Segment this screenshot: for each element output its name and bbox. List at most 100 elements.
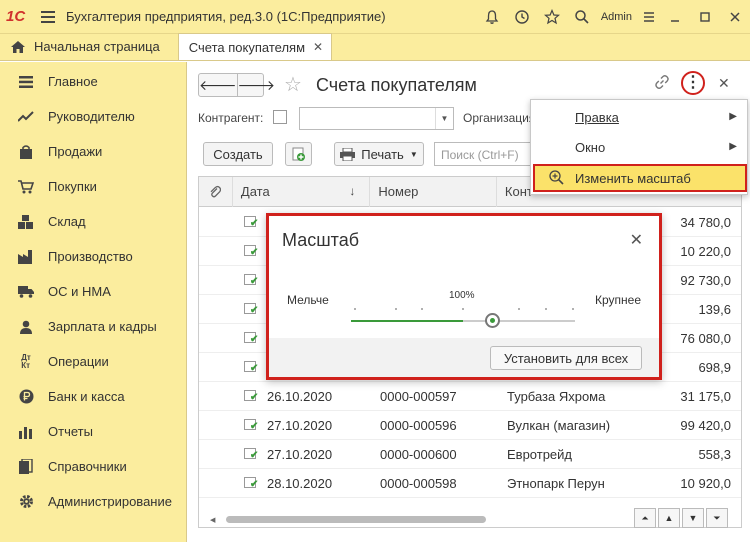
sidebar-item-label: Администрирование xyxy=(48,494,172,509)
invoice-document-icon: ✔ xyxy=(244,273,258,287)
submenu-arrow-icon: ▶ xyxy=(729,141,737,152)
cell-amount: 92 730,0 xyxy=(680,273,731,288)
sidebar-item-fixed-assets[interactable]: ОС и НМА xyxy=(0,274,186,309)
create-button[interactable]: Создать xyxy=(203,142,273,166)
tab-home-label: Начальная страница xyxy=(34,39,160,54)
counterparty-checkbox[interactable] xyxy=(273,110,287,124)
go-last-icon[interactable]: ⏷ xyxy=(706,508,728,528)
cell-amount: 698,9 xyxy=(698,360,731,375)
counterparty-label: Контрагент: xyxy=(198,111,264,125)
sidebar-item-bank[interactable]: Банк и касса xyxy=(0,379,186,414)
print-label: Печать xyxy=(361,146,404,162)
slider-tick xyxy=(421,308,423,310)
add-copy-button[interactable] xyxy=(285,142,312,166)
star-icon[interactable] xyxy=(537,0,567,34)
menu-icon xyxy=(18,75,34,88)
column-header-date[interactable]: Дата ↓ xyxy=(233,177,371,207)
forward-arrow-icon[interactable]: 🡒 xyxy=(238,74,276,96)
column-header-label: Дата xyxy=(240,184,270,199)
menu-item-edit[interactable]: Правка ▶ xyxy=(531,102,747,132)
tab-invoices[interactable]: Счета покупателям ✕ xyxy=(177,33,333,60)
sidebar-item-label: Продажи xyxy=(48,144,103,159)
zoom-slider-knob[interactable] xyxy=(485,313,500,328)
sidebar-item-label: Справочники xyxy=(48,459,127,474)
home-icon xyxy=(11,40,25,53)
table-row[interactable]: ✔ 26.10.2020 0000-000597 Турбаза Яхрома 31 1… xyxy=(199,382,741,411)
link-icon[interactable] xyxy=(654,74,670,94)
sidebar-item-references[interactable]: Справочники xyxy=(0,449,186,484)
sort-desc-icon: ↓ xyxy=(349,183,356,198)
sidebar-item-production[interactable]: Производство xyxy=(0,239,186,274)
minimize-icon[interactable] xyxy=(660,0,690,34)
submenu-arrow-icon: ▶ xyxy=(729,111,737,122)
user-name[interactable]: Admin xyxy=(601,11,632,23)
page-title: Счета покупателям xyxy=(316,75,477,95)
cell-amount: 34 780,0 xyxy=(680,215,731,230)
scrollbar-thumb[interactable] xyxy=(226,516,486,523)
slider-tick xyxy=(395,308,397,310)
dialog-close-icon[interactable]: ✕ xyxy=(630,230,643,250)
attachment-column-header[interactable] xyxy=(199,177,233,207)
back-arrow-icon[interactable]: 🡐 xyxy=(199,74,238,96)
sidebar-item-admin[interactable]: Администрирование xyxy=(0,484,186,519)
sidebar-item-manager[interactable]: Руководителю xyxy=(0,99,186,134)
sidebar-item-sales[interactable]: Продажи xyxy=(0,134,186,169)
cell-number: 0000-000596 xyxy=(380,418,457,433)
printer-icon xyxy=(340,147,356,161)
search-icon[interactable] xyxy=(567,0,597,34)
slider-tick xyxy=(545,308,547,310)
search-input[interactable]: Поиск (Ctrl+F) xyxy=(434,142,544,166)
cell-amount: 76 080,0 xyxy=(680,331,731,346)
books-icon xyxy=(18,459,34,474)
sidebar-item-label: Отчеты xyxy=(48,424,93,439)
sidebar-item-main[interactable]: Главное xyxy=(0,64,186,99)
menu-item-change-zoom[interactable]: Изменить масштаб xyxy=(533,164,747,192)
history-icon[interactable] xyxy=(507,0,537,34)
apply-to-all-button[interactable]: Установить для всех xyxy=(490,346,642,370)
table-row[interactable]: ✔ 27.10.2020 0000-000600 Евротрейд 558,3 xyxy=(199,440,741,469)
invoice-document-icon: ✔ xyxy=(244,447,258,461)
logo-1c-icon: 1С xyxy=(6,7,26,25)
bell-icon[interactable] xyxy=(477,0,507,34)
sidebar-item-label: Операции xyxy=(48,354,109,369)
go-down-icon[interactable]: ▼ xyxy=(682,508,704,528)
invoice-document-icon: ✔ xyxy=(244,331,258,345)
main-menu-icon[interactable] xyxy=(34,0,62,34)
sidebar-item-label: Банк и касса xyxy=(48,389,125,404)
sidebar-item-warehouse[interactable]: Склад xyxy=(0,204,186,239)
table-row[interactable]: ✔ 27.10.2020 0000-000596 Вулкан (магазин) 99… xyxy=(199,411,741,440)
invoice-document-icon: ✔ xyxy=(244,389,258,403)
table-row[interactable]: ✔ 28.10.2020 0000-000598 Этнопарк Перун 10 9… xyxy=(199,469,741,498)
tab-home[interactable]: Начальная страница xyxy=(0,33,170,60)
chevron-down-icon[interactable]: ▼ xyxy=(435,108,453,129)
scroll-left-icon[interactable]: ◀ xyxy=(210,516,215,524)
go-up-icon[interactable]: ▲ xyxy=(658,508,680,528)
go-first-icon[interactable]: ⏶ xyxy=(634,508,656,528)
tab-close-icon[interactable]: ✕ xyxy=(313,40,323,54)
settings-menu-icon[interactable] xyxy=(638,0,660,34)
favorite-star-icon[interactable]: ☆ xyxy=(284,72,302,97)
sidebar-item-salary[interactable]: Зарплата и кадры xyxy=(0,309,186,344)
form-close-icon[interactable]: ✕ xyxy=(718,75,730,92)
zoom-slider-track[interactable] xyxy=(351,320,575,322)
zoom-icon xyxy=(549,170,564,188)
zoom-percent: 100% xyxy=(449,290,475,301)
column-header-number[interactable]: Номер xyxy=(370,177,497,207)
sidebar-item-operations[interactable]: Дт Кт Операции xyxy=(0,344,186,379)
tab-bar: Начальная страница Счета покупателям ✕ xyxy=(0,33,750,61)
zoom-dialog: Масштаб ✕ Мельче Крупнее 100% Установить… xyxy=(266,213,662,380)
maximize-icon[interactable] xyxy=(690,0,720,34)
sidebar-item-label: Покупки xyxy=(48,179,97,194)
sidebar-item-reports[interactable]: Отчеты xyxy=(0,414,186,449)
horizontal-scrollbar[interactable]: ◀ xyxy=(198,516,632,524)
print-button[interactable]: Печать ▼ xyxy=(334,142,424,166)
sidebar-item-label: Зарплата и кадры xyxy=(48,319,157,334)
more-actions-icon[interactable]: ⋮ xyxy=(681,71,705,95)
cell-counterparty: Евротрейд xyxy=(507,447,573,462)
cell-counterparty: Вулкан (магазин) xyxy=(507,418,611,433)
add-document-icon xyxy=(292,147,305,161)
counterparty-select[interactable]: ▼ xyxy=(299,107,454,130)
window-close-icon[interactable] xyxy=(720,0,750,34)
menu-item-window[interactable]: Окно ▶ xyxy=(531,132,747,162)
sidebar-item-purchases[interactable]: Покупки xyxy=(0,169,186,204)
